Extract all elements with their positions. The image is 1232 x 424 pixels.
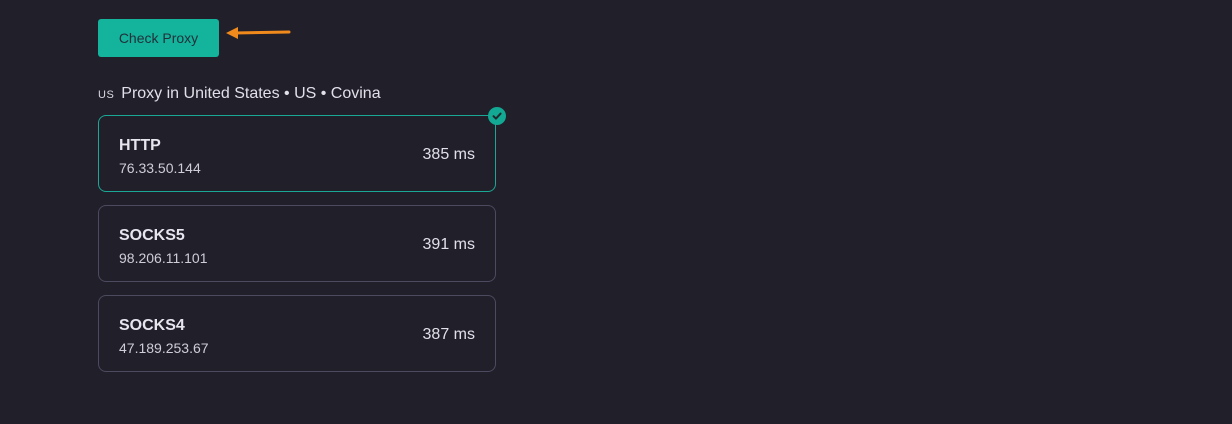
proxy-type: HTTP — [119, 137, 161, 154]
proxy-latency: 387 ms — [422, 326, 475, 343]
proxy-type: SOCKS4 — [119, 317, 185, 334]
proxy-location-text: Proxy in United States • US • Covina — [121, 85, 381, 102]
proxy-card-http[interactable]: HTTP 76.33.50.144 385 ms — [98, 115, 496, 192]
country-flag-icon: US — [98, 89, 115, 101]
proxy-ip: 76.33.50.144 — [119, 160, 201, 176]
proxy-type: SOCKS5 — [119, 227, 185, 244]
proxy-ip: 98.206.11.101 — [119, 250, 208, 266]
proxy-card-socks5[interactable]: SOCKS5 98.206.11.101 391 ms — [98, 205, 496, 282]
proxy-card-socks4[interactable]: SOCKS4 47.189.253.67 387 ms — [98, 295, 496, 372]
selected-check-icon — [488, 107, 506, 125]
check-proxy-button[interactable]: Check Proxy — [98, 19, 219, 57]
proxy-ip: 47.189.253.67 — [119, 340, 209, 356]
arrow-left-icon — [226, 27, 291, 39]
proxy-latency: 385 ms — [422, 146, 475, 163]
proxy-latency: 391 ms — [422, 236, 475, 253]
proxy-location-header: US Proxy in United States • US • Covina — [98, 85, 381, 105]
proxy-check-page: Check Proxy US Proxy in United States • … — [0, 0, 1232, 424]
